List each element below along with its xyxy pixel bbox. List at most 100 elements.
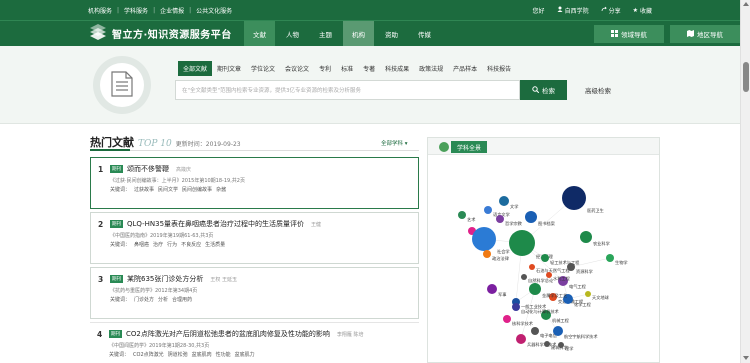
- subject-node-bubble[interactable]: [546, 272, 552, 278]
- scroll-down-icon[interactable]: [743, 356, 749, 360]
- subject-node-bubble[interactable]: [529, 283, 541, 295]
- top-link-institution[interactable]: 机构服务: [88, 6, 112, 15]
- subject-node-bubble[interactable]: [525, 211, 537, 223]
- subject-node[interactable]: 航空宇航科学技术: [553, 326, 598, 340]
- subject-node[interactable]: 艺术: [458, 211, 476, 223]
- search-tab-report[interactable]: 科技报告: [482, 61, 516, 76]
- top-link-culture[interactable]: 公共文化服务: [196, 6, 232, 15]
- nav-tab-media[interactable]: 传媒: [409, 21, 440, 47]
- subject-node[interactable]: 轻工技术与工程: [541, 254, 580, 266]
- subject-node-bubble[interactable]: [472, 227, 496, 251]
- keyword-link[interactable]: 民间文学: [158, 186, 178, 193]
- list-item[interactable]: 2 期刊 QLQ-HN35量表在鼻咽癌患者治疗过程中的生活质量评价 王健 《中国…: [90, 212, 419, 264]
- subject-node-bubble[interactable]: [580, 231, 592, 243]
- subject-node-bubble[interactable]: [509, 230, 535, 256]
- subject-node-bubble[interactable]: [503, 315, 511, 323]
- scroll-up-icon[interactable]: [743, 2, 749, 6]
- subject-node-bubble[interactable]: [541, 254, 549, 262]
- list-item[interactable]: 4 期刊 CO2点阵激光对产后阴道松弛患者的盆底肌肉修复及性功能的影响 李翔雁 …: [90, 322, 419, 363]
- keyword-link[interactable]: 盆底肌肉: [192, 351, 212, 358]
- doc-title-link[interactable]: 颂而不侈警鞭: [127, 164, 169, 174]
- keyword-link[interactable]: 不良反应: [181, 241, 201, 248]
- subject-bubble-graph[interactable]: 文学语言文学医药卫生艺术图书档案哲学宗教历史地理社会学政治法律经济管理农业科学轻…: [428, 155, 661, 363]
- subject-node[interactable]: 电子电信: [531, 327, 557, 339]
- search-tab-standard[interactable]: 标准: [336, 61, 358, 76]
- subject-node-bubble[interactable]: [606, 254, 614, 262]
- search-tab-patent[interactable]: 专利: [314, 61, 336, 76]
- search-tab-policy[interactable]: 政策法规: [414, 61, 448, 76]
- nav-tab-literature[interactable]: 文献: [244, 21, 275, 47]
- site-logo[interactable]: 智立方·知识资源服务平台: [88, 24, 232, 42]
- nav-tab-topic[interactable]: 主题: [310, 21, 341, 47]
- field-nav-button[interactable]: 领域导航: [594, 25, 664, 43]
- nav-tab-funding[interactable]: 资助: [376, 21, 407, 47]
- subject-node-bubble[interactable]: [487, 284, 497, 294]
- scroll-thumb[interactable]: [743, 62, 749, 92]
- doc-author[interactable]: 高箴庆: [176, 166, 191, 173]
- subject-node[interactable]: 图书档案: [525, 211, 556, 227]
- page-scrollbar[interactable]: [740, 0, 750, 363]
- subject-node[interactable]: 文学: [499, 196, 518, 210]
- keyword-link[interactable]: 盆底肌力: [235, 351, 255, 358]
- search-tab-conference[interactable]: 会议论文: [280, 61, 314, 76]
- subject-node-bubble[interactable]: [585, 291, 591, 297]
- subject-node[interactable]: 生物学: [606, 254, 628, 266]
- list-item[interactable]: 3 期刊 某院635张门诊处方分析 王权 王延玉 《抗药与重医药学》2012年第…: [90, 267, 419, 319]
- subject-node-bubble[interactable]: [521, 274, 527, 280]
- list-item[interactable]: 1 期刊 颂而不侈警鞭 高箴庆 《过获·民间创编故事：上半月》2015年第10期…: [90, 157, 419, 209]
- share-button[interactable]: 分享: [601, 6, 621, 15]
- subject-node-bubble[interactable]: [531, 327, 539, 335]
- subject-node[interactable]: 农业科学: [580, 231, 610, 247]
- keyword-link[interactable]: 门诊处方: [134, 296, 154, 303]
- search-tab-monograph[interactable]: 专著: [358, 61, 380, 76]
- nav-tab-institution[interactable]: 机构: [343, 21, 374, 47]
- subject-node-bubble[interactable]: [558, 342, 564, 348]
- subject-node-bubble[interactable]: [544, 341, 550, 347]
- subject-node-bubble[interactable]: [516, 334, 526, 344]
- subject-node-bubble[interactable]: [567, 263, 575, 271]
- doc-author[interactable]: 王健: [311, 221, 321, 228]
- subject-node-bubble[interactable]: [484, 206, 492, 214]
- subject-node[interactable]: 语言文学: [484, 206, 510, 218]
- doc-author[interactable]: 王权 王延玉: [210, 276, 237, 283]
- keyword-link[interactable]: 分析: [158, 296, 168, 303]
- top-link-enterprise[interactable]: 企业情报: [160, 6, 184, 15]
- keyword-link[interactable]: 性功能: [216, 351, 231, 358]
- search-input[interactable]: 在"全文献类型"范围内检索专业资源，提供3亿专业资源的检索及分析服务: [175, 80, 520, 100]
- doc-title-link[interactable]: QLQ-HN35量表在鼻咽癌患者治疗过程中的生活质量评价: [127, 219, 304, 229]
- keyword-link[interactable]: 阴道松弛: [168, 351, 188, 358]
- nav-tab-people[interactable]: 人物: [277, 21, 308, 47]
- search-tab-achievement[interactable]: 科技成果: [380, 61, 414, 76]
- keyword-link[interactable]: 民间创编故事: [182, 186, 212, 193]
- subject-node-bubble[interactable]: [512, 303, 520, 311]
- keyword-link[interactable]: 生活质量: [205, 241, 225, 248]
- keyword-link[interactable]: CO2点阵激光: [133, 351, 164, 358]
- subject-node-bubble[interactable]: [553, 326, 563, 336]
- subject-node-bubble[interactable]: [499, 196, 509, 206]
- subject-node[interactable]: 军事: [487, 284, 506, 298]
- keyword-link[interactable]: 鼻咽癌: [134, 241, 149, 248]
- subject-node-bubble[interactable]: [496, 215, 504, 223]
- user-menu[interactable]: 自西学院: [557, 6, 589, 15]
- search-tab-thesis[interactable]: 学位论文: [246, 61, 280, 76]
- keyword-link[interactable]: 过获故事: [134, 186, 154, 193]
- region-nav-button[interactable]: 地区导航: [670, 25, 740, 43]
- keyword-link[interactable]: 杂酱: [216, 186, 226, 193]
- subject-filter-dropdown[interactable]: 全部学科 ▾: [381, 139, 408, 147]
- search-button[interactable]: 检索: [520, 80, 567, 100]
- keyword-link[interactable]: 合理用药: [172, 296, 192, 303]
- keyword-link[interactable]: 治疗: [153, 241, 163, 248]
- doc-title-link[interactable]: 某院635张门诊处方分析: [127, 274, 203, 284]
- subject-node[interactable]: 天文地球: [585, 291, 610, 301]
- subject-node-bubble[interactable]: [458, 211, 466, 219]
- subject-node[interactable]: 核科学技术: [503, 315, 534, 327]
- subject-node-bubble[interactable]: [529, 264, 535, 270]
- subject-node[interactable]: 医药卫生: [562, 186, 604, 214]
- subject-node-bubble[interactable]: [562, 186, 586, 210]
- search-tab-product[interactable]: 产品样本: [448, 61, 482, 76]
- doc-author[interactable]: 李翔雁 陈培: [337, 331, 364, 338]
- search-tab-all[interactable]: 全部文献: [178, 61, 213, 76]
- bookmark-button[interactable]: ★ 收藏: [633, 6, 652, 15]
- top-link-subject[interactable]: 学科服务: [124, 6, 148, 15]
- doc-title-link[interactable]: CO2点阵激光对产后阴道松弛患者的盆底肌肉修复及性功能的影响: [126, 329, 330, 339]
